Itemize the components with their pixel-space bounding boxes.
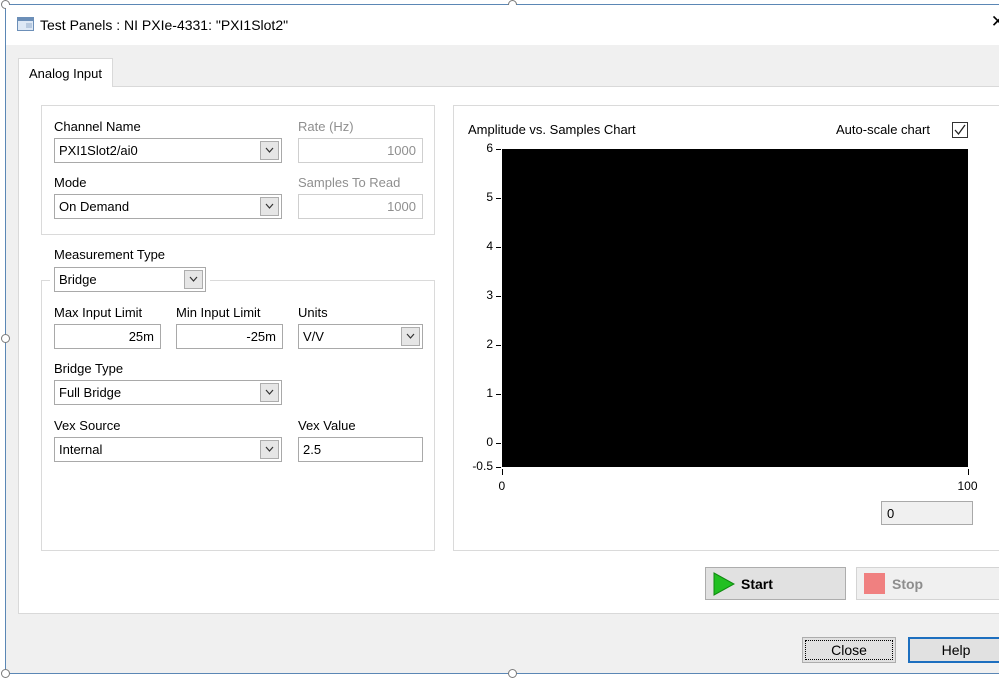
min-input-limit-field[interactable]: -25m <box>176 324 283 349</box>
resize-handle-left-center[interactable] <box>1 334 10 343</box>
help-button[interactable]: Help <box>908 637 999 663</box>
samples-to-read-value: 1000 <box>387 199 416 214</box>
vex-value-value: 2.5 <box>303 442 322 457</box>
bridge-type-value: Full Bridge <box>59 385 122 400</box>
y-axis-tick <box>496 467 501 468</box>
y-axis-tick <box>496 247 501 248</box>
stop-label: Stop <box>892 576 924 592</box>
y-axis-tick <box>496 394 501 395</box>
window-app-icon <box>17 17 34 31</box>
y-axis-tick-label: 2 <box>486 337 493 351</box>
checkmark-icon <box>954 124 966 136</box>
chart-plot-area[interactable] <box>502 149 968 467</box>
y-axis-tick-label: 3 <box>486 288 493 302</box>
bridge-type-label: Bridge Type <box>54 361 124 376</box>
max-input-limit-value: 25m <box>128 329 154 344</box>
chart-readout-value: 0 <box>887 506 895 521</box>
samples-to-read-label: Samples To Read <box>298 175 401 190</box>
y-axis-tick-label: 5 <box>486 190 493 204</box>
measurement-type-value: Bridge <box>59 272 97 287</box>
play-icon <box>713 572 735 596</box>
rate-label: Rate (Hz) <box>298 119 354 134</box>
chevron-down-icon[interactable] <box>260 440 279 459</box>
units-value: V/V <box>303 329 324 344</box>
resize-handle-bottom-center[interactable] <box>508 669 517 678</box>
vex-source-value: Internal <box>59 442 103 457</box>
y-axis-tick <box>496 198 501 199</box>
measurement-type-label: Measurement Type <box>54 247 166 262</box>
y-axis-tick <box>496 443 501 444</box>
y-axis-tick <box>496 296 501 297</box>
stop-button: Stop <box>856 567 999 600</box>
units-dropdown[interactable]: V/V <box>298 324 423 349</box>
window-title: Test Panels : NI PXIe-4331: "PXI1Slot2" <box>40 17 289 33</box>
rate-value: 1000 <box>387 143 416 158</box>
vex-source-dropdown[interactable]: Internal <box>54 437 282 462</box>
start-label: Start <box>741 576 773 592</box>
vex-value-label: Vex Value <box>298 418 356 433</box>
chart-title: Amplitude vs. Samples Chart <box>468 122 636 137</box>
max-input-limit-label: Max Input Limit <box>54 305 143 320</box>
chevron-down-icon[interactable] <box>184 270 203 289</box>
chart-readout-field: 0 <box>881 501 973 525</box>
x-axis-tick <box>968 469 969 475</box>
auto-scale-checkbox[interactable] <box>952 122 968 138</box>
min-input-limit-value: -25m <box>246 329 276 344</box>
y-axis-tick-label: 1 <box>486 386 493 400</box>
chevron-down-icon[interactable] <box>401 327 420 346</box>
chevron-down-icon[interactable] <box>260 383 279 402</box>
vex-value-field[interactable]: 2.5 <box>298 437 423 462</box>
x-axis-tick <box>502 469 503 475</box>
stop-icon <box>864 573 885 594</box>
x-axis-tick-label: 0 <box>498 479 506 493</box>
y-axis-tick <box>496 345 501 346</box>
rate-field: 1000 <box>298 138 423 163</box>
bridge-type-dropdown[interactable]: Full Bridge <box>54 380 282 405</box>
title-bar: Test Panels : NI PXIe-4331: "PXI1Slot2" <box>6 5 999 45</box>
auto-scale-label: Auto-scale chart <box>836 122 930 137</box>
channel-name-label: Channel Name <box>54 119 141 134</box>
tab-analog-input[interactable]: Analog Input <box>18 58 114 87</box>
start-button[interactable]: Start <box>705 567 846 600</box>
resize-handle-bottom-left[interactable] <box>1 669 10 678</box>
max-input-limit-field[interactable]: 25m <box>54 324 161 349</box>
close-button[interactable]: Close <box>802 637 896 663</box>
min-input-limit-label: Min Input Limit <box>176 305 261 320</box>
channel-name-value: PXI1Slot2/ai0 <box>59 143 138 158</box>
channel-name-dropdown[interactable]: PXI1Slot2/ai0 <box>54 138 282 163</box>
y-axis-tick-label: -0.5 <box>472 459 493 473</box>
vex-source-label: Vex Source <box>54 418 121 433</box>
units-label: Units <box>298 305 328 320</box>
y-axis-tick-label: 0 <box>486 435 493 449</box>
mode-dropdown[interactable]: On Demand <box>54 194 282 219</box>
chevron-down-icon[interactable] <box>260 197 279 216</box>
measurement-settings-group <box>41 280 435 551</box>
samples-to-read-field: 1000 <box>298 194 423 219</box>
measurement-type-dropdown[interactable]: Bridge <box>54 267 206 292</box>
y-axis-tick-label: 4 <box>486 239 493 253</box>
mode-label: Mode <box>54 175 87 190</box>
y-axis-tick-label: 6 <box>486 141 493 155</box>
close-window-icon[interactable]: ✕ <box>991 12 999 32</box>
x-axis-tick-label: 100 <box>957 479 978 493</box>
mode-value: On Demand <box>59 199 130 214</box>
y-axis-tick <box>496 149 501 150</box>
chevron-down-icon[interactable] <box>260 141 279 160</box>
